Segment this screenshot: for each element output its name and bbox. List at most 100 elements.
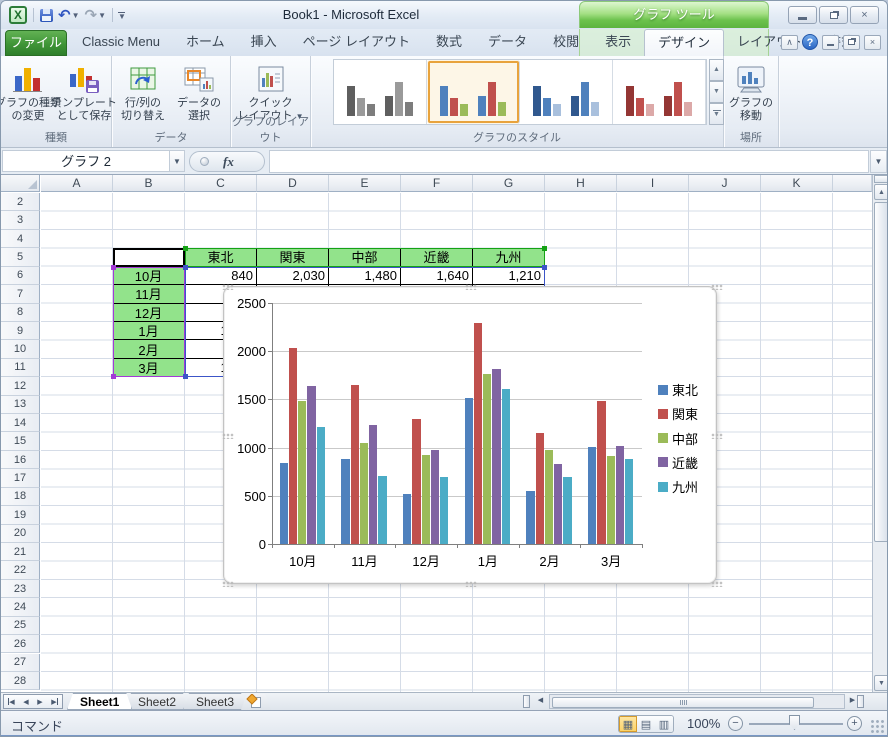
legend-item-近畿[interactable]: 近畿 xyxy=(658,453,698,472)
minimize-button[interactable] xyxy=(788,6,817,24)
redo-button[interactable]: ↷ ▼ xyxy=(84,6,108,24)
tab-formulas[interactable]: 数式 xyxy=(423,29,475,56)
bar-九州-12月[interactable] xyxy=(440,477,448,544)
col-header-G[interactable]: G xyxy=(473,175,545,192)
col-header-A[interactable]: A xyxy=(41,175,113,192)
row-header-26[interactable]: 26 xyxy=(1,635,40,653)
bar-九州-10月[interactable] xyxy=(317,427,325,544)
series-name-range-handle[interactable] xyxy=(542,246,547,251)
row-header-25[interactable]: 25 xyxy=(1,617,40,635)
cell-B6[interactable]: 10月 xyxy=(113,267,185,285)
horizontal-scrollbar[interactable] xyxy=(549,694,845,709)
normal-view-button[interactable]: ▦ xyxy=(619,716,637,732)
vertical-scroll-thumb[interactable] xyxy=(874,202,888,542)
row-header-21[interactable]: 21 xyxy=(1,543,40,561)
prev-sheet-button[interactable]: ◀ xyxy=(23,698,28,706)
first-sheet-button[interactable]: ◀ xyxy=(8,698,14,706)
category-range-handle[interactable] xyxy=(111,374,116,379)
scrollbar-split-handle[interactable] xyxy=(857,695,864,708)
vertical-scrollbar[interactable]: ▲ ▼ xyxy=(872,175,888,692)
col-header-C[interactable]: C xyxy=(185,175,257,192)
collapse-ribbon-button[interactable]: ∧ xyxy=(781,35,798,50)
chart-style-mono[interactable] xyxy=(334,60,427,124)
col-header-B[interactable]: B xyxy=(113,175,185,192)
chart-style-red[interactable] xyxy=(613,60,706,124)
bar-中部-1月[interactable] xyxy=(483,374,491,544)
legend-item-九州[interactable]: 九州 xyxy=(658,477,698,496)
bar-九州-2月[interactable] xyxy=(563,477,571,544)
cell-E5[interactable]: 中部 xyxy=(329,248,401,266)
chart-selection-grip[interactable] xyxy=(465,284,477,290)
chart-selection-grip[interactable] xyxy=(222,581,234,587)
zoom-in-button[interactable]: + xyxy=(847,716,862,731)
value-range-handle[interactable] xyxy=(183,374,188,379)
workbook-close-button[interactable]: × xyxy=(864,35,881,50)
bar-中部-10月[interactable] xyxy=(298,401,306,544)
cell-C6[interactable]: 840 xyxy=(185,267,257,285)
formula-input[interactable] xyxy=(269,150,869,173)
row-header-28[interactable]: 28 xyxy=(1,672,40,690)
insert-sheet-tab[interactable] xyxy=(241,694,271,710)
row-header-23[interactable]: 23 xyxy=(1,580,40,598)
tab-file[interactable]: ファイル xyxy=(5,30,67,56)
row-header-20[interactable]: 20 xyxy=(1,525,40,543)
bar-九州-11月[interactable] xyxy=(378,476,386,544)
bar-中部-11月[interactable] xyxy=(360,443,368,544)
row-header-9[interactable]: 9 xyxy=(1,322,40,340)
chart-style-blue[interactable] xyxy=(520,60,613,124)
row-header-11[interactable]: 11 xyxy=(1,359,40,377)
bar-中部-3月[interactable] xyxy=(607,456,615,544)
page-break-view-button[interactable]: ▥ xyxy=(655,716,673,732)
row-header-17[interactable]: 17 xyxy=(1,469,40,487)
category-range-handle[interactable] xyxy=(111,265,116,270)
zoom-level-label[interactable]: 100% xyxy=(687,716,720,731)
row-header-19[interactable]: 19 xyxy=(1,506,40,524)
row-header-12[interactable]: 12 xyxy=(1,377,40,395)
bar-東北-12月[interactable] xyxy=(403,494,411,544)
row-header-15[interactable]: 15 xyxy=(1,432,40,450)
cell-B9[interactable]: 1月 xyxy=(113,322,185,340)
col-header-K[interactable]: K xyxy=(761,175,833,192)
bar-中部-2月[interactable] xyxy=(545,450,553,544)
zoom-out-button[interactable]: − xyxy=(728,716,743,731)
gallery-more-button[interactable]: ▼ xyxy=(709,103,724,125)
gallery-scroll-down-button[interactable]: ▼ xyxy=(709,81,724,103)
restore-button[interactable] xyxy=(819,6,848,24)
chart-selection-grip[interactable] xyxy=(711,433,723,439)
row-header-18[interactable]: 18 xyxy=(1,488,40,506)
insert-function-button[interactable]: fx xyxy=(189,151,265,172)
cell-B8[interactable]: 12月 xyxy=(113,304,185,322)
chart-selection-grip[interactable] xyxy=(711,581,723,587)
close-button[interactable]: × xyxy=(850,6,879,24)
col-header-H[interactable]: H xyxy=(545,175,617,192)
tab-home[interactable]: ホーム xyxy=(173,29,238,56)
row-header-3[interactable]: 3 xyxy=(1,211,40,229)
col-header-D[interactable]: D xyxy=(257,175,329,192)
row-header-27[interactable]: 27 xyxy=(1,654,40,672)
cell-E6[interactable]: 1,480 xyxy=(329,267,401,285)
scroll-down-button[interactable]: ▼ xyxy=(874,675,888,691)
cell-G6[interactable]: 1,210 xyxy=(473,267,545,285)
row-header-2[interactable]: 2 xyxy=(1,193,40,211)
page-layout-view-button[interactable]: ▤ xyxy=(637,716,655,732)
row-header-7[interactable]: 7 xyxy=(1,285,40,303)
cell-G5[interactable]: 九州 xyxy=(473,248,545,266)
name-box[interactable]: グラフ 2 xyxy=(2,150,170,172)
bar-関東-11月[interactable] xyxy=(351,385,359,544)
select-data-button[interactable]: データの選択 xyxy=(171,58,227,123)
expand-formula-bar-button[interactable]: ▼ xyxy=(870,150,887,173)
tab-insert[interactable]: 挿入 xyxy=(238,29,290,56)
chart-style-multicolor[interactable] xyxy=(427,60,520,124)
worksheet-area[interactable]: ABCDEFGHIJK 2345678910111213141516171819… xyxy=(1,175,872,692)
bar-東北-2月[interactable] xyxy=(526,491,534,544)
workbook-minimize-button[interactable] xyxy=(822,35,839,50)
col-header-F[interactable]: F xyxy=(401,175,473,192)
col-header-E[interactable]: E xyxy=(329,175,401,192)
cell-D6[interactable]: 2,030 xyxy=(257,267,329,285)
row-header-16[interactable]: 16 xyxy=(1,451,40,469)
vertical-split-handle[interactable] xyxy=(874,175,888,183)
row-header-22[interactable]: 22 xyxy=(1,561,40,579)
tab-data[interactable]: データ xyxy=(475,29,540,56)
value-range-handle[interactable] xyxy=(542,265,547,270)
workbook-restore-button[interactable] xyxy=(843,35,860,50)
